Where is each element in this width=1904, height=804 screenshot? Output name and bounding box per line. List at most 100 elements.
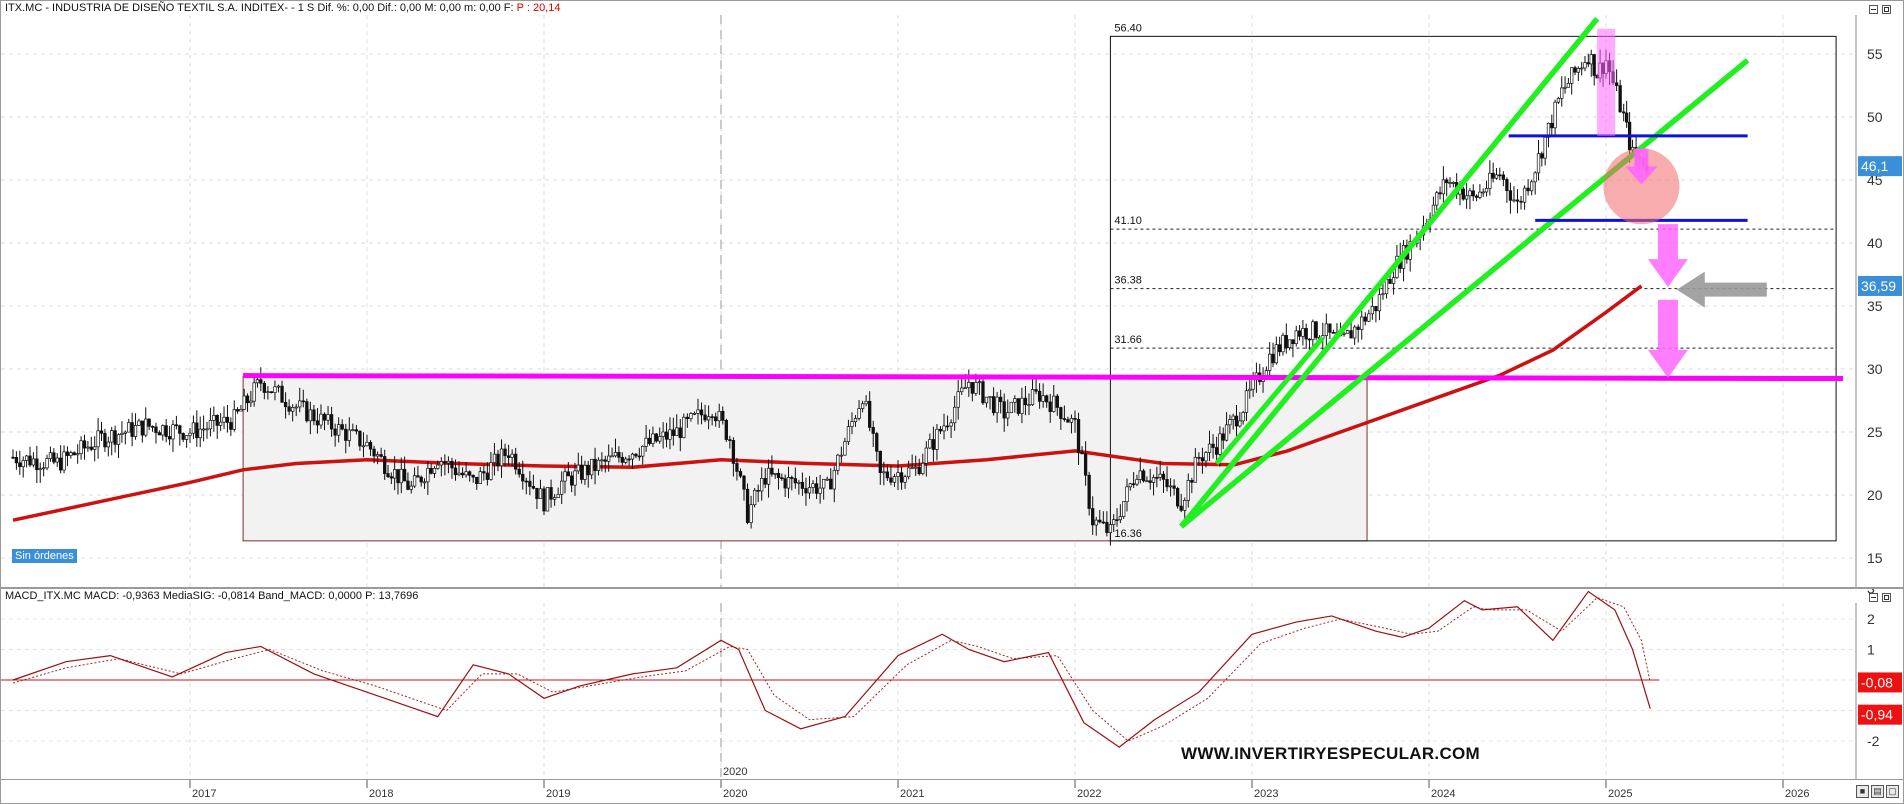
candle-body <box>634 453 638 457</box>
candle-body <box>974 382 978 394</box>
candle-body <box>917 466 921 474</box>
year-label: 2019 <box>546 788 570 800</box>
candle-body <box>600 459 604 462</box>
candle-body <box>393 469 397 479</box>
candle-body <box>222 416 226 423</box>
candle-body <box>1069 417 1074 423</box>
candle-body <box>1291 339 1295 345</box>
candle-body <box>822 479 826 489</box>
candle-body <box>910 467 914 469</box>
highlight-bar <box>1597 28 1616 136</box>
time-axis[interactable]: 2017 2018 2019 2020 2021 2022 2023 2024 2025 2026… <box>0 780 1904 804</box>
price-pane[interactable]: ITX.MC - INDUSTRIA DE DISEÑO TEXTIL S.A.… <box>0 0 1904 588</box>
price-tick-label: 35 <box>1867 298 1883 314</box>
orders-badge[interactable]: Sin órdenes <box>12 549 77 563</box>
candle-body <box>262 382 266 393</box>
candle-body <box>419 476 423 483</box>
candle-body <box>312 409 316 422</box>
candle-body <box>1231 415 1235 420</box>
candle-body <box>931 439 936 450</box>
candle-body <box>1118 516 1123 521</box>
candle-body <box>1438 192 1442 195</box>
candle-body <box>351 429 355 432</box>
year-label: 2023 <box>1254 788 1278 800</box>
candle-body <box>1193 456 1198 483</box>
candle-body <box>1478 191 1482 198</box>
candle-body <box>1278 344 1282 353</box>
year-label: 2022 <box>1077 788 1101 800</box>
candle-body <box>1570 67 1574 84</box>
candle-body <box>347 429 351 441</box>
candle-body <box>524 480 528 483</box>
candle-body <box>549 487 553 500</box>
candle-body <box>184 435 189 440</box>
candle-body <box>1161 473 1166 480</box>
layout-icon[interactable]: ▤ <box>1871 785 1884 798</box>
candle-body <box>942 425 946 432</box>
candle-body <box>1179 505 1183 511</box>
candle-body <box>1468 190 1472 197</box>
candle-body <box>586 465 590 476</box>
candle-body <box>607 455 611 462</box>
candle-body <box>28 455 32 466</box>
down-arrow-icon <box>1647 224 1688 288</box>
candle-body <box>800 481 805 489</box>
candle-body <box>319 413 323 426</box>
candle-body <box>361 445 366 448</box>
price-chart[interactable]: 15202530354045505556.4041.1036.3831.6616… <box>1 1 1903 587</box>
candle-body <box>1080 452 1084 455</box>
candle-body <box>763 477 767 485</box>
candle-body <box>1023 397 1028 406</box>
candle-body <box>96 430 100 448</box>
macd-chart[interactable]: 3210-1-22020-0,08-0,94 <box>1 589 1903 779</box>
candle-body <box>570 475 574 486</box>
down-arrow-icon <box>1647 299 1688 378</box>
candle-body <box>1618 85 1622 113</box>
candle-body <box>1048 401 1052 412</box>
candle-body <box>1135 479 1139 485</box>
candle-body <box>1331 331 1336 334</box>
candle-body <box>914 466 918 469</box>
candle-body <box>1533 172 1537 183</box>
candle-body <box>389 476 393 479</box>
macd-pane[interactable]: MACD_ITX.MC MACD: -0,9363 MediaSIG: -0,0… <box>0 588 1904 780</box>
price-tick-label: 40 <box>1867 235 1883 251</box>
candle-body <box>1186 480 1190 501</box>
candle-body <box>717 410 721 422</box>
candle-body <box>35 458 39 471</box>
candle-body <box>1271 353 1275 364</box>
window-icon[interactable]: ▢ <box>1886 785 1899 798</box>
candle-body <box>853 418 858 423</box>
candle-body <box>208 420 213 430</box>
candle-body <box>1125 486 1129 503</box>
cursor-year-label: 2020 <box>723 766 747 778</box>
candle-body <box>563 471 567 482</box>
candle-body <box>198 428 202 439</box>
candle-body <box>610 455 614 458</box>
candle-body <box>157 432 162 436</box>
candle-body <box>245 395 250 404</box>
candle-body <box>818 487 822 494</box>
candle-body <box>432 467 437 474</box>
candle-body <box>99 430 104 434</box>
candle-body <box>1526 187 1530 192</box>
candle-body <box>991 396 996 414</box>
candle-body <box>742 475 746 490</box>
candle-body <box>846 426 851 443</box>
candle-body <box>1009 401 1013 414</box>
candle-body <box>344 428 348 441</box>
price-tick-label: 30 <box>1867 361 1883 377</box>
candle-body <box>1112 519 1116 525</box>
candle-body <box>811 483 815 488</box>
candle-body <box>171 424 175 440</box>
candle-body <box>868 400 872 428</box>
candle-body <box>654 433 658 442</box>
candle-body <box>641 445 645 457</box>
save-icon[interactable]: ■ <box>1856 785 1869 798</box>
candle-body <box>945 425 950 428</box>
candle-body <box>1448 182 1452 184</box>
candle-body <box>949 422 953 427</box>
candle-body <box>379 454 383 457</box>
candle-body <box>436 464 440 469</box>
candle-body <box>1234 415 1239 427</box>
